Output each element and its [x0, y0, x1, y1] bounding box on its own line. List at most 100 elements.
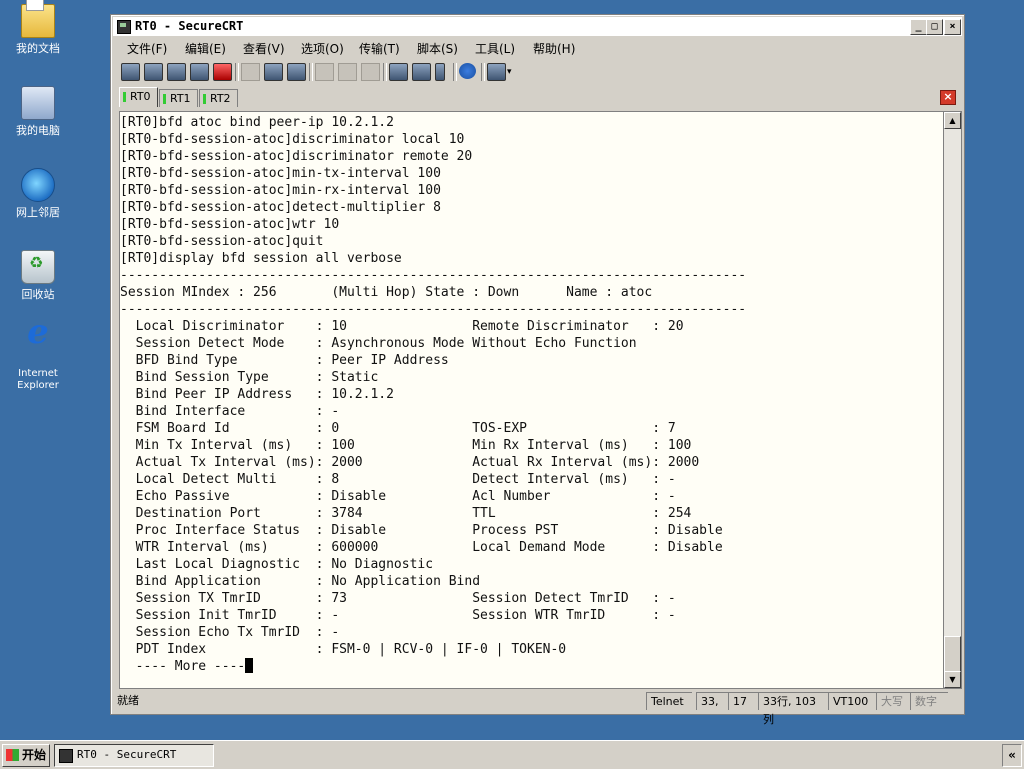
terminal-line: BFD Bind Type : Peer IP Address — [120, 353, 449, 368]
quick-connect-icon[interactable] — [144, 63, 163, 81]
status-bar: 就绪 Telnet 33, 17 33行, 103列 VT100 大写 数字 — [113, 691, 962, 726]
keypad-icon[interactable] — [487, 63, 506, 81]
print-selection-icon[interactable] — [338, 63, 357, 81]
terminal-line: [RT0]display bfd session all verbose — [120, 251, 402, 266]
terminal-output: [RT0]bfd atoc bind peer-ip 10.2.1.2 [RT0… — [120, 114, 942, 680]
vertical-scrollbar[interactable]: ▲ ▼ — [943, 111, 962, 689]
tab-label: RT2 — [210, 92, 231, 105]
terminal-line: ----------------------------------------… — [120, 268, 747, 283]
help-icon[interactable] — [459, 63, 476, 79]
terminal-line: [RT0-bfd-session-atoc]min-rx-interval 10… — [120, 183, 441, 198]
terminal-line: Session TX TmrID : 73 Session Detect Tmr… — [120, 591, 676, 606]
status-ready: 就绪 — [117, 694, 139, 707]
desktop-icon-recycle-bin[interactable]: 回收站 — [6, 250, 70, 301]
menu-file[interactable]: 文件(F) — [127, 40, 167, 57]
securecrt-window: RT0 - SecureCRT _ □ × 文件(F) 编辑(E) 查看(V) … — [110, 14, 965, 726]
session-tab-bar: RT0 RT1 RT2 × — [113, 87, 962, 107]
internet-explorer-icon: e — [27, 312, 49, 352]
my-documents-icon — [21, 0, 55, 38]
connect-tab-icon[interactable] — [167, 63, 186, 81]
terminal-line: Bind Interface : - — [120, 404, 340, 419]
terminal-line: [RT0-bfd-session-atoc]wtr 10 — [120, 217, 340, 232]
terminal-line: [RT0-bfd-session-atoc]discriminator remo… — [120, 149, 473, 164]
securecrt-app-icon — [117, 20, 131, 34]
terminal-line: Min Tx Interval (ms) : 100 Min Rx Interv… — [120, 438, 692, 453]
print-icon[interactable] — [315, 63, 334, 81]
scrollbar-thumb[interactable] — [944, 636, 961, 672]
network-places-icon — [21, 168, 55, 202]
paste-icon[interactable] — [264, 63, 283, 81]
maximize-button[interactable]: □ — [926, 19, 943, 35]
scroll-down-icon[interactable]: ▼ — [944, 671, 961, 688]
desktop-icon-internet-explorer[interactable]: e Internet Explorer — [6, 312, 70, 392]
connect-icon[interactable] — [121, 63, 140, 81]
reconnect-icon[interactable] — [190, 63, 209, 81]
title-bar[interactable]: RT0 - SecureCRT _ □ × — [113, 17, 962, 36]
menu-edit[interactable]: 编辑(E) — [185, 40, 226, 57]
close-tab-button[interactable]: × — [940, 90, 956, 105]
menu-bar: 文件(F) 编辑(E) 查看(V) 选项(O) 传输(T) 脚本(S) 工具(L… — [113, 37, 962, 57]
desktop-icon-label: 我的文档 — [16, 42, 60, 55]
menu-help[interactable]: 帮助(H) — [533, 40, 575, 57]
tab-rt0[interactable]: RT0 — [119, 87, 158, 107]
tab-label: RT1 — [170, 92, 191, 105]
securecrt-app-icon — [59, 749, 73, 763]
disconnect-icon[interactable] — [213, 63, 232, 81]
toolbar: ▾ — [113, 59, 962, 85]
close-button[interactable]: × — [944, 19, 961, 35]
tab-label: RT0 — [130, 90, 151, 103]
terminal-line: Bind Peer IP Address : 10.2.1.2 — [120, 387, 394, 402]
terminal-line: [RT0-bfd-session-atoc]discriminator loca… — [120, 132, 465, 147]
menu-script[interactable]: 脚本(S) — [417, 40, 458, 57]
keymap-icon[interactable] — [435, 63, 445, 81]
desktop-icon-my-documents[interactable]: 我的文档 — [6, 0, 70, 55]
desktop-icon-label: 回收站 — [21, 288, 55, 301]
desktop-icon-my-computer[interactable]: 我的电脑 — [6, 86, 70, 137]
terminal-line: Bind Application : No Application Bind — [120, 574, 481, 589]
scroll-up-icon[interactable]: ▲ — [944, 112, 961, 129]
copy-icon[interactable] — [241, 63, 260, 81]
menu-transfer[interactable]: 传输(T) — [359, 40, 400, 57]
terminal-line: Local Detect Multi : 8 Detect Interval (… — [120, 472, 676, 487]
tab-rt2[interactable]: RT2 — [199, 89, 238, 107]
menu-view[interactable]: 查看(V) — [243, 40, 285, 57]
terminal-cursor — [245, 658, 254, 673]
connected-status-icon — [203, 94, 206, 104]
menu-options[interactable]: 选项(O) — [301, 40, 344, 57]
terminal-line: Session Echo Tx TmrID : - — [120, 625, 340, 640]
terminal-line: Local Discriminator : 10 Remote Discrimi… — [120, 319, 684, 334]
printer-icon[interactable] — [361, 63, 380, 81]
desktop-icon-network-places[interactable]: 网上邻居 — [6, 168, 70, 219]
recycle-bin-icon — [21, 250, 55, 284]
terminal-line: [RT0-bfd-session-atoc]quit — [120, 234, 324, 249]
status-caps: 大写 — [876, 692, 910, 710]
terminal-line: Destination Port : 3784 TTL : 254 — [120, 506, 692, 521]
terminal-line: [RT0-bfd-session-atoc]detect-multiplier … — [120, 200, 441, 215]
status-protocol: Telnet — [646, 692, 692, 710]
taskbar: 开始 RT0 - SecureCRT « — [0, 740, 1024, 769]
terminal-screen[interactable]: [RT0]bfd atoc bind peer-ip 10.2.1.2 [RT0… — [119, 111, 945, 689]
menu-tools[interactable]: 工具(L) — [475, 40, 515, 57]
tray-expand-button[interactable]: « — [1002, 744, 1022, 767]
terminal-line: Last Local Diagnostic : No Diagnostic — [120, 557, 434, 572]
toolbar-overflow-icon[interactable]: ▾ — [507, 63, 515, 79]
taskbar-item-label: RT0 - SecureCRT — [77, 748, 177, 761]
session-options-icon[interactable] — [389, 63, 408, 81]
terminal-line: PDT Index : FSM-0 | RCV-0 | IF-0 | TOKEN… — [120, 642, 567, 657]
terminal-line: FSM Board Id : 0 TOS-EXP : 7 — [120, 421, 676, 436]
terminal-line: Echo Passive : Disable Acl Number : - — [120, 489, 676, 504]
terminal-line: WTR Interval (ms) : 600000 Local Demand … — [120, 540, 723, 555]
terminal-line: Bind Session Type : Static — [120, 370, 379, 385]
global-options-icon[interactable] — [412, 63, 431, 81]
status-emulation: VT100 — [828, 692, 876, 710]
minimize-button[interactable]: _ — [910, 19, 927, 35]
taskbar-item-securecrt[interactable]: RT0 - SecureCRT — [54, 744, 214, 767]
terminal-line: ---- More ---- — [120, 659, 246, 674]
tab-rt1[interactable]: RT1 — [159, 89, 198, 107]
terminal-line: [RT0-bfd-session-atoc]min-tx-interval 10… — [120, 166, 441, 181]
windows-flag-icon — [6, 749, 19, 761]
terminal-line: Session Init TmrID : - Session WTR TmrID… — [120, 608, 676, 623]
find-icon[interactable] — [287, 63, 306, 81]
start-button[interactable]: 开始 — [2, 744, 50, 767]
my-computer-icon — [21, 86, 55, 120]
